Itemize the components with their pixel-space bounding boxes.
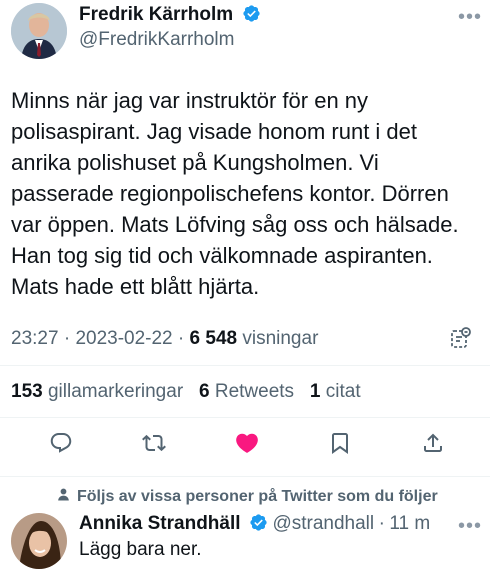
divider: [0, 417, 490, 418]
reply-author-avatar[interactable]: [11, 513, 67, 569]
reply-context-text: Följs av vissa personer på Twitter som d…: [77, 488, 438, 505]
likes-label: gillamarkeringar: [47, 381, 184, 402]
reply-text: Lägg bara ner.: [79, 539, 202, 560]
retweets-count: 6: [199, 381, 210, 402]
more-options-icon[interactable]: •••: [458, 7, 482, 27]
divider: [0, 476, 490, 477]
retweets-label: Retweets: [214, 381, 295, 402]
meta-separator: ·: [63, 328, 71, 349]
reply-more-options-icon[interactable]: •••: [458, 516, 482, 536]
retweets-stat[interactable]: 6 Retweets: [199, 381, 294, 402]
reply-author-handle[interactable]: @strandhall: [272, 513, 374, 534]
reply-separator: ·: [378, 513, 385, 534]
analytics-icon[interactable]: [449, 326, 473, 355]
author-name-row[interactable]: Fredrik Kärrholm: [79, 4, 261, 26]
views-count: 6 548: [189, 328, 238, 349]
verified-badge-icon: [242, 4, 261, 23]
author-handle[interactable]: @FredrikKarrholm: [79, 29, 234, 51]
meta-separator: ·: [177, 328, 185, 349]
likes-count: 153: [11, 381, 43, 402]
like-icon[interactable]: [232, 428, 262, 458]
reply-header: Annika Strandhäll @strandhall · 11 m: [79, 513, 430, 535]
retweet-icon[interactable]: [139, 428, 169, 458]
divider: [0, 365, 490, 366]
verified-badge-icon: [249, 513, 268, 532]
reply-time[interactable]: 11 m: [389, 513, 430, 534]
author-name[interactable]: Fredrik Kärrholm: [79, 4, 233, 25]
tweet-meta: 23:27 · 2023-02-22 · 6 548 visningar: [11, 328, 318, 350]
tweet-stats: 153 gillamarkeringar 6 Retweets 1 citat: [11, 381, 361, 403]
tweet-date[interactable]: 2023-02-22: [75, 328, 172, 349]
quotes-label: citat: [325, 381, 361, 402]
views-label: visningar: [242, 328, 319, 349]
quotes-stat[interactable]: 1 citat: [310, 381, 361, 402]
person-icon: [56, 487, 71, 507]
share-icon[interactable]: [418, 428, 448, 458]
likes-stat[interactable]: 153 gillamarkeringar: [11, 381, 183, 402]
reply-icon[interactable]: [46, 428, 76, 458]
tweet-text: Minns när jag var instruktör för en ny p…: [11, 88, 459, 299]
bookmark-icon[interactable]: [325, 428, 355, 458]
author-avatar[interactable]: [11, 3, 67, 59]
tweet-time[interactable]: 23:27: [11, 328, 59, 349]
reply-author-name[interactable]: Annika Strandhäll: [79, 513, 241, 534]
quotes-count: 1: [309, 381, 321, 402]
reply-context: Följs av vissa personer på Twitter som d…: [56, 487, 438, 507]
